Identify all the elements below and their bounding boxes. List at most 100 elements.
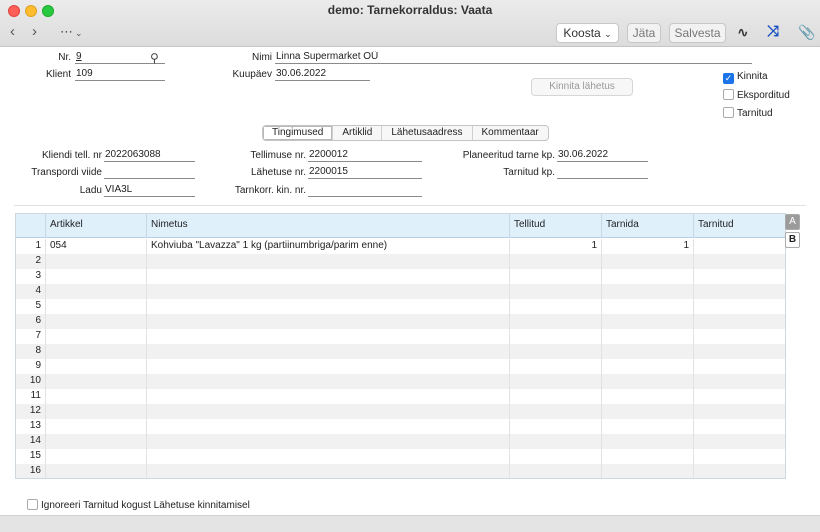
nimetus-cell[interactable] (146, 464, 509, 478)
artikkel-cell[interactable] (45, 314, 146, 329)
tarnitud-cell[interactable] (693, 239, 785, 254)
table-row[interactable]: 16 (16, 464, 785, 478)
tarnitud-cell[interactable] (693, 374, 785, 389)
nimetus-cell[interactable] (146, 434, 509, 449)
kinnita-checkbox[interactable]: ✓ Kinnita (723, 71, 768, 84)
nimetus-cell[interactable] (146, 359, 509, 374)
planeeritud-tarne-field[interactable]: 30.06.2022 (557, 149, 648, 162)
artikkel-cell[interactable] (45, 269, 146, 284)
lahetuse-nr-field[interactable]: 2200015 (308, 166, 422, 179)
tarnitud-cell[interactable] (693, 314, 785, 329)
tarnitud-cell[interactable] (693, 464, 785, 478)
tellitud-cell[interactable]: 1 (509, 239, 601, 254)
table-row[interactable]: 15 (16, 449, 785, 464)
koosta-menu-button[interactable]: Koosta ⌄ (556, 23, 619, 43)
tarnitud-cell[interactable] (693, 404, 785, 419)
tellitud-cell[interactable] (509, 329, 601, 344)
nimetus-cell[interactable] (146, 329, 509, 344)
tellitud-cell[interactable] (509, 359, 601, 374)
expand-arrows-icon[interactable]: ⤨ (767, 24, 779, 40)
nimetus-cell[interactable] (146, 284, 509, 299)
table-row[interactable]: 9 (16, 359, 785, 374)
tarnida-cell[interactable] (601, 374, 693, 389)
tarnida-cell[interactable] (601, 254, 693, 269)
table-row[interactable]: 12 (16, 404, 785, 419)
table-row[interactable]: 8 (16, 344, 785, 359)
side-tab-a[interactable]: A (785, 214, 800, 230)
tab-kommentaar[interactable]: Kommentaar (473, 126, 548, 140)
nimi-field[interactable]: Linna Supermarket OÜ (275, 51, 752, 64)
tarnkorr-field[interactable] (308, 184, 422, 197)
header-tarnitud[interactable]: Tarnitud (693, 214, 785, 238)
nimetus-cell[interactable] (146, 344, 509, 359)
tarnida-cell[interactable] (601, 359, 693, 374)
artikkel-cell[interactable] (45, 449, 146, 464)
tarnitud-cell[interactable] (693, 434, 785, 449)
artikkel-cell[interactable] (45, 374, 146, 389)
tab-tingimused[interactable]: Tingimused (263, 126, 334, 140)
nimetus-cell[interactable] (146, 419, 509, 434)
artikkel-cell[interactable]: 054 (45, 239, 146, 254)
table-row[interactable]: 14 (16, 434, 785, 449)
tarnida-cell[interactable] (601, 299, 693, 314)
table-row[interactable]: 5 (16, 299, 785, 314)
ignoreeri-checkbox[interactable]: Ignoreeri Tarnitud kogust Lähetuse kinni… (27, 499, 250, 512)
tarnida-cell[interactable] (601, 464, 693, 478)
tarnitud-cell[interactable] (693, 359, 785, 374)
chevron-right-icon[interactable]: › (32, 24, 37, 40)
tab-artiklid[interactable]: Artiklid (333, 126, 383, 140)
tellitud-cell[interactable] (509, 284, 601, 299)
kuupaev-field[interactable]: 30.06.2022 (275, 68, 370, 81)
paperclip-icon[interactable]: 📎 (798, 24, 815, 40)
nimetus-cell[interactable] (146, 404, 509, 419)
header-nimetus[interactable]: Nimetus (146, 214, 509, 238)
nimetus-cell[interactable] (146, 374, 509, 389)
table-row[interactable]: 2 (16, 254, 785, 269)
ladu-field[interactable]: VIA3L (104, 184, 195, 197)
tellitud-cell[interactable] (509, 374, 601, 389)
tellitud-cell[interactable] (509, 299, 601, 314)
artikkel-cell[interactable] (45, 329, 146, 344)
search-icon[interactable]: ⚲ (150, 51, 159, 65)
tellitud-cell[interactable] (509, 434, 601, 449)
artikkel-cell[interactable] (45, 359, 146, 374)
table-row[interactable]: 1 054 Kohviuba "Lavazza" 1 kg (partiinumbr… (16, 239, 785, 254)
nimetus-cell[interactable]: Kohviuba "Lavazza" 1 kg (partiinumbriga/… (146, 239, 509, 254)
artikkel-cell[interactable] (45, 299, 146, 314)
header-artikkel[interactable]: Artikkel (45, 214, 146, 238)
artikkel-cell[interactable] (45, 434, 146, 449)
nimetus-cell[interactable] (146, 314, 509, 329)
artikkel-cell[interactable] (45, 464, 146, 478)
tarnitud-cell[interactable] (693, 449, 785, 464)
tarnitud-cell[interactable] (693, 419, 785, 434)
tellitud-cell[interactable] (509, 314, 601, 329)
artikkel-cell[interactable] (45, 419, 146, 434)
tab-lahetusaadress[interactable]: Lähetusaadress (382, 126, 473, 140)
table-row[interactable]: 6 (16, 314, 785, 329)
tellitud-cell[interactable] (509, 404, 601, 419)
tellitud-cell[interactable] (509, 344, 601, 359)
kliendi-tell-field[interactable]: 2022063088 (104, 149, 195, 162)
nimetus-cell[interactable] (146, 299, 509, 314)
artikkel-cell[interactable] (45, 404, 146, 419)
header-tarnida[interactable]: Tarnida (601, 214, 693, 238)
artikkel-cell[interactable] (45, 389, 146, 404)
artikkel-cell[interactable] (45, 254, 146, 269)
tarnida-cell[interactable] (601, 269, 693, 284)
tarnida-cell[interactable] (601, 284, 693, 299)
side-tab-b[interactable]: B (785, 232, 800, 248)
nimetus-cell[interactable] (146, 389, 509, 404)
waveform-icon[interactable]: ∿ (737, 24, 749, 40)
klient-field[interactable]: 109 (75, 68, 165, 81)
kinnita-lahetus-button[interactable]: Kinnita lähetus (531, 78, 633, 96)
tellitud-cell[interactable] (509, 419, 601, 434)
salvesta-button[interactable]: Salvesta (669, 23, 726, 43)
tarnida-cell[interactable]: 1 (601, 239, 693, 254)
table-row[interactable]: 10 (16, 374, 785, 389)
tellitud-cell[interactable] (509, 389, 601, 404)
transpordi-viide-field[interactable] (104, 166, 195, 179)
table-row[interactable]: 11 (16, 389, 785, 404)
tarnida-cell[interactable] (601, 434, 693, 449)
tarnida-cell[interactable] (601, 314, 693, 329)
chevron-left-icon[interactable]: ‹ (10, 24, 15, 40)
